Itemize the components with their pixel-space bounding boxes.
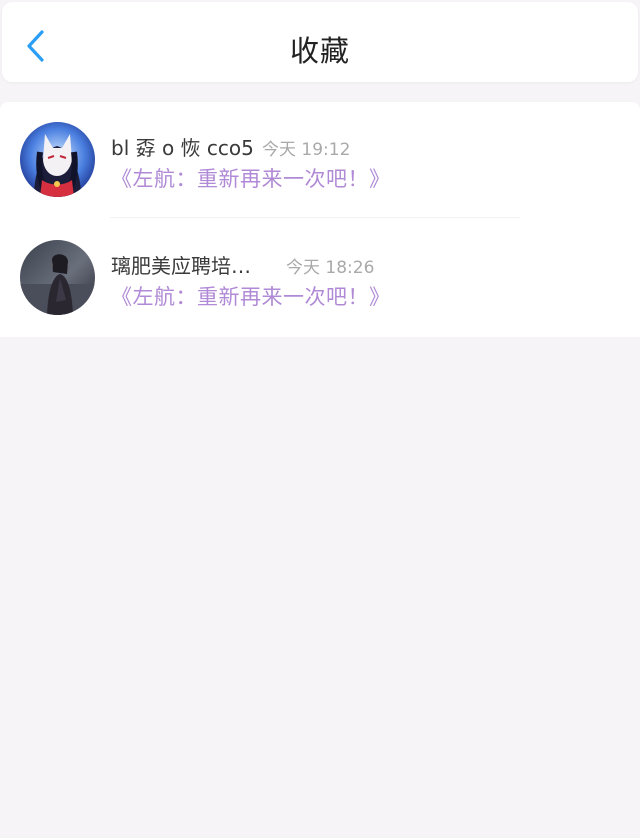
list-item[interactable]: bl 孬 o 恢 cco5 今天 19:12 《左航：重新再来一次吧！》	[0, 102, 640, 219]
divider	[110, 217, 520, 218]
user-name: 璃肥美应聘培…	[111, 254, 251, 278]
favorite-title-link[interactable]: 《左航：重新再来一次吧！》	[111, 281, 391, 311]
top-bar: 收藏	[2, 2, 638, 82]
avatar[interactable]	[20, 122, 95, 197]
timestamp: 今天 19:12	[262, 140, 351, 160]
list-item[interactable]: 璃肥美应聘培… 今天 18:26 《左航：重新再来一次吧！》	[0, 220, 640, 337]
favorites-list: bl 孬 o 恢 cco5 今天 19:12 《左航：重新再来一次吧！》 璃肥美…	[0, 102, 640, 337]
page-title: 收藏	[289, 34, 350, 68]
avatar[interactable]	[20, 240, 95, 315]
user-name: bl 孬 o 恢 cco5	[111, 136, 254, 160]
timestamp: 今天 18:26	[286, 258, 375, 278]
favorite-title-link[interactable]: 《左航：重新再来一次吧！》	[111, 163, 391, 193]
